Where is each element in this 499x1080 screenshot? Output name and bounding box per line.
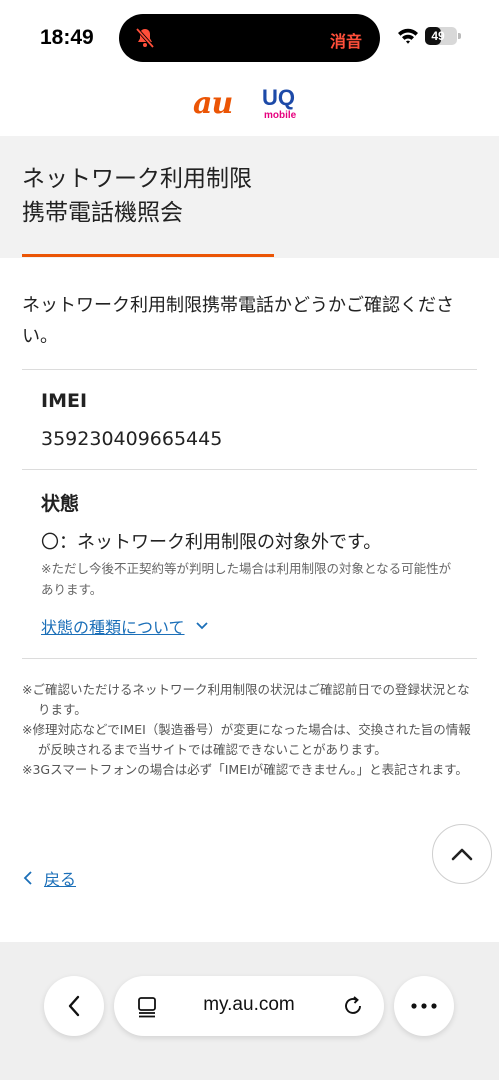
battery-indicator: 49 <box>425 27 457 45</box>
more-dots-icon <box>411 1003 437 1009</box>
notes-list: ※ご確認いただけるネットワーク利用制限の状況はご確認前日での登録状況となります。… <box>22 680 482 780</box>
back-link-label: 戻る <box>44 870 77 889</box>
page-title: ネットワーク利用制限 携帯電話機照会 <box>22 166 252 226</box>
status-label: 状態 <box>41 493 80 515</box>
au-logo[interactable]: au <box>193 86 233 121</box>
wifi-icon <box>398 28 418 44</box>
bell-slash-icon <box>135 27 155 49</box>
uq-logo-sub: mobile <box>264 110 297 121</box>
uq-logo[interactable]: UQ <box>262 87 295 109</box>
battery-level: 49 <box>431 29 445 43</box>
title-underline <box>22 254 274 257</box>
chevron-up-icon <box>451 848 473 861</box>
browser-toolbar: my.au.com <box>0 942 499 1080</box>
back-link[interactable]: 戻る <box>22 866 76 890</box>
scroll-top-button[interactable] <box>432 824 492 884</box>
divider <box>22 658 477 659</box>
status-types-link[interactable]: 状態の種類について <box>41 614 209 638</box>
status-text: 〇：ネットワーク利用制限の対象外です。 <box>41 532 382 553</box>
reload-icon[interactable] <box>342 995 364 1017</box>
list-item: ※3Gスマートフォンの場合は必ず「IMEIが確認できません。」と表記されます。 <box>22 762 468 777</box>
chevron-down-icon <box>195 622 208 630</box>
brand-header: au UQ mobile <box>0 80 499 136</box>
status-types-link-label: 状態の種類について <box>41 618 185 637</box>
more-button[interactable] <box>394 976 454 1036</box>
imei-value: 359230409665445 <box>41 428 223 450</box>
dynamic-island: 消音 <box>119 14 380 62</box>
list-item: ※ご確認いただけるネットワーク利用制限の状況はご確認前日での登録状況となります。 <box>22 682 470 717</box>
status-time: 18:49 <box>40 26 94 49</box>
divider <box>22 369 477 370</box>
divider <box>22 469 477 470</box>
address-bar[interactable]: my.au.com <box>114 976 384 1036</box>
mute-label: 消音 <box>329 32 362 51</box>
title-band: ネットワーク利用制限 携帯電話機照会 <box>0 136 499 258</box>
imei-label: IMEI <box>41 390 88 412</box>
chevron-left-icon <box>68 995 80 1017</box>
browser-back-button[interactable] <box>44 976 104 1036</box>
battery-cap <box>458 33 461 39</box>
chevron-left-icon <box>23 871 32 885</box>
intro-text: ネットワーク利用制限携帯電話かどうかご確認ください。 <box>22 295 454 347</box>
status-note: ※ただし今後不正契約等が判明した場合は利用制限の対象となる可能性があります。 <box>41 561 452 597</box>
list-item: ※修理対応などでIMEI（製造番号）が変更になった場合は、交換された旨の情報が反… <box>22 722 471 757</box>
status-bar: 18:49 消音 49 <box>0 0 499 76</box>
